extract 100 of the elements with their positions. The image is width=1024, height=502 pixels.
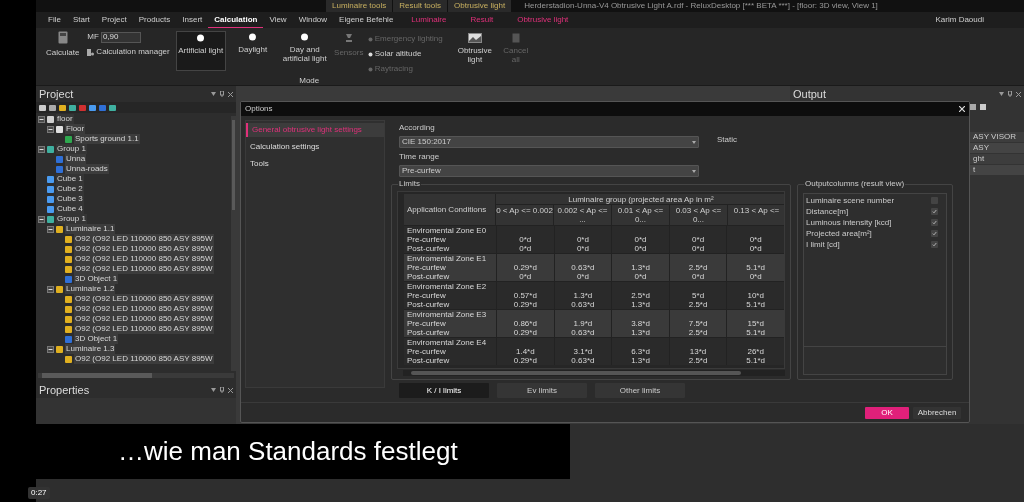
tree-item[interactable]: Luminaire 1.1 — [65, 224, 116, 234]
context-tab-title: Luminaire tools — [326, 0, 393, 12]
pin-icon[interactable] — [220, 91, 224, 97]
nav-item[interactable]: Calculation settings — [246, 140, 384, 154]
menu-tab[interactable]: Project — [95, 12, 133, 28]
pin-icon[interactable] — [220, 387, 224, 393]
tree-item[interactable]: Cube 2 — [56, 184, 84, 194]
dropdown-icon[interactable] — [999, 92, 1004, 96]
tree-item[interactable]: O92 (O92 LED 110000 850 ASY 895W — [74, 264, 214, 274]
calculation-manager-button[interactable]: Calculation manager — [87, 46, 170, 58]
tree-item[interactable]: Cube 1 — [56, 174, 84, 184]
table-cell: 13*d — [689, 347, 707, 356]
lamp-icon — [65, 355, 72, 363]
tree-item[interactable]: Group 1 — [56, 214, 87, 224]
table-cell: 0*d — [692, 235, 705, 244]
menu-tab[interactable]: Luminaire — [405, 12, 453, 28]
tree-item[interactable]: O92 (O92 LED 110000 850 ASY 895W — [74, 314, 214, 324]
table-cell: 0.63*d — [571, 263, 595, 272]
menu-tab[interactable]: Start — [66, 12, 96, 28]
ok-button[interactable]: OK — [865, 406, 909, 419]
tree-item[interactable]: O92 (O92 LED 110000 850 ASY 895W — [74, 324, 214, 334]
dropdown-icon[interactable] — [211, 92, 216, 96]
tree-item[interactable]: Unna — [65, 154, 87, 164]
tree-item[interactable]: floor — [56, 114, 74, 124]
table-cell: 0*d — [576, 244, 589, 253]
collapse-icon[interactable] — [47, 285, 54, 293]
mode-button[interactable]: Daylight — [227, 31, 278, 71]
obtrusive-light-button[interactable]: Obtrusive light — [454, 31, 495, 64]
panel-title: Properties — [39, 382, 90, 398]
scrollbar[interactable] — [403, 370, 785, 376]
collapse-icon[interactable] — [47, 345, 54, 353]
checkbox[interactable] — [931, 241, 938, 248]
tree-item[interactable]: O92 (O92 LED 110000 850 ASY 895W — [74, 294, 214, 304]
option-icon — [367, 51, 373, 57]
table-cell: 2.5*d — [688, 300, 708, 309]
scrollbar[interactable] — [38, 373, 234, 378]
time-range-dropdown[interactable]: Pre-curfew — [399, 165, 699, 177]
table-cell: 0*d — [519, 244, 532, 253]
tree-item[interactable]: 3D Object 1 — [74, 334, 119, 344]
dropdown-icon[interactable] — [211, 388, 216, 392]
mode-button[interactable]: Artificial light — [175, 31, 226, 71]
checkbox[interactable] — [931, 208, 938, 215]
condition-cell-text: Post-curfew — [407, 356, 451, 365]
tree-item[interactable]: Cube 3 — [56, 194, 84, 204]
zone-cell-text: Enviromental Zone E2 — [407, 282, 488, 291]
limit-tab[interactable]: Ev limits — [497, 383, 587, 398]
condition-cell-text: Post-curfew — [407, 272, 451, 281]
condition-cell-text: Pre-curfew — [407, 235, 447, 244]
table-cell: 0*d — [749, 272, 762, 281]
menu-tab[interactable]: Result — [464, 12, 500, 28]
table-cell: 5.1*d — [746, 263, 765, 272]
tree-item[interactable]: Cube 4 — [56, 204, 84, 214]
option-button[interactable]: Solar altitude — [367, 48, 443, 60]
mode-button[interactable]: Day and artificial light — [279, 31, 330, 71]
column-option: I limit [cd] — [806, 238, 840, 251]
calculate-button[interactable]: Calculate — [44, 31, 82, 59]
according-dropdown[interactable]: CIE 150:2017 — [399, 136, 699, 148]
table-cell: 0.63*d — [571, 356, 595, 365]
tree-item[interactable]: Unna-roads — [65, 164, 109, 174]
tree-item[interactable]: O92 (O92 LED 110000 850 ASY 895W — [74, 254, 214, 264]
tree-item[interactable]: O92 (O92 LED 110000 850 ASY 895W — [74, 244, 214, 254]
tree-item[interactable]: 3D Object 1 — [74, 274, 119, 284]
checkbox[interactable] — [931, 219, 938, 226]
tree-item[interactable]: O92 (O92 LED 110000 850 ASY 895W — [74, 354, 214, 364]
menu-tab[interactable]: Insert — [176, 12, 209, 28]
menu-tab[interactable]: Products — [132, 12, 177, 28]
field-label: According — [399, 122, 436, 134]
limit-tab[interactable]: K / I limits — [399, 383, 489, 398]
collapse-icon[interactable] — [38, 115, 45, 123]
zone-cell-text: Enviromental Zone E4 — [407, 338, 488, 347]
checkbox[interactable] — [931, 230, 938, 237]
column-option: Luminaire scene number — [806, 194, 895, 207]
tree-item[interactable]: O92 (O92 LED 110000 850 ASY 895W — [74, 304, 214, 314]
collapse-icon[interactable] — [38, 215, 45, 223]
collapse-icon[interactable] — [38, 145, 45, 153]
table-cell: 0*d — [692, 244, 705, 253]
menu-tab[interactable]: View — [263, 12, 293, 28]
menu-tab[interactable]: Window — [292, 12, 334, 28]
table-cell: 5*d — [692, 291, 705, 300]
pin-icon[interactable] — [1008, 91, 1012, 97]
mf-field[interactable]: 0,90 — [100, 31, 141, 43]
tree-item[interactable]: Group 1 — [56, 144, 87, 154]
scrollbar[interactable] — [231, 116, 236, 371]
tree-item[interactable]: Floor — [65, 124, 86, 134]
menu-tab[interactable]: Eigene Befehle — [333, 12, 400, 28]
menu-tab[interactable]: File — [42, 12, 67, 28]
table-cell: 1.9*d — [573, 319, 593, 328]
object-icon — [65, 275, 72, 283]
collapse-icon[interactable] — [47, 225, 54, 233]
tree-item[interactable]: O92 (O92 LED 110000 850 ASY 895W — [74, 234, 214, 244]
calculator-icon — [57, 31, 68, 44]
tree-item[interactable]: Sports ground 1.1 — [74, 134, 140, 144]
limit-tab[interactable]: Other limits — [595, 383, 685, 398]
nav-item[interactable]: Tools — [246, 157, 384, 171]
tree-item[interactable]: Luminaire 1.2 — [65, 284, 116, 294]
collapse-icon[interactable] — [47, 125, 54, 133]
menu-tab[interactable]: Obtrusive light — [511, 12, 575, 28]
cancel-button[interactable]: Abbrechen — [913, 406, 961, 419]
tree-item[interactable]: Luminaire 1.3 — [65, 344, 116, 354]
table-cell: 5.1*d — [746, 356, 765, 365]
